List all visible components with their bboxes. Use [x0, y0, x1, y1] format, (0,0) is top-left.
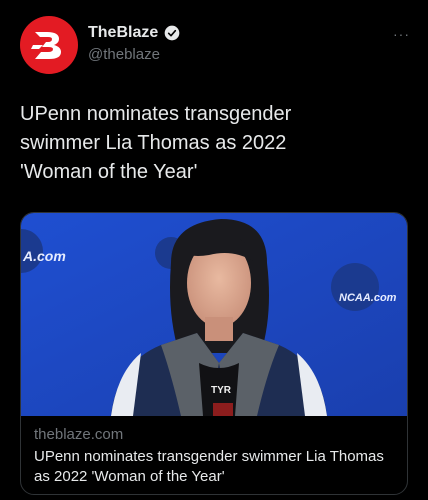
backdrop-text-left: A.com: [22, 248, 66, 264]
card-image: A.com NCAA.com TYR: [21, 213, 407, 416]
verified-badge-icon: [164, 25, 180, 41]
tweet: TheBlaze @theblaze ··· UPenn nominates t…: [0, 0, 428, 500]
author-name[interactable]: TheBlaze: [88, 24, 158, 42]
more-options-icon[interactable]: ···: [393, 26, 410, 42]
blaze-logo-icon: [31, 32, 61, 59]
author-name-row: TheBlaze: [88, 24, 180, 42]
author-handle[interactable]: @theblaze: [88, 46, 160, 63]
tweet-text: UPenn nominates transgender swimmer Lia …: [20, 103, 292, 183]
author-avatar[interactable]: [20, 16, 78, 74]
card-title: UPenn nominates transgender swimmer Lia …: [34, 448, 384, 485]
card-meta: theblaze.com UPenn nominates transgender…: [34, 425, 394, 487]
card-domain: theblaze.com: [34, 426, 124, 443]
link-card[interactable]: A.com NCAA.com TYR theblaze.com UPenn no…: [20, 212, 408, 495]
backdrop-text-right: NCAA.com: [339, 292, 397, 304]
jacket-logo: TYR: [211, 385, 232, 396]
